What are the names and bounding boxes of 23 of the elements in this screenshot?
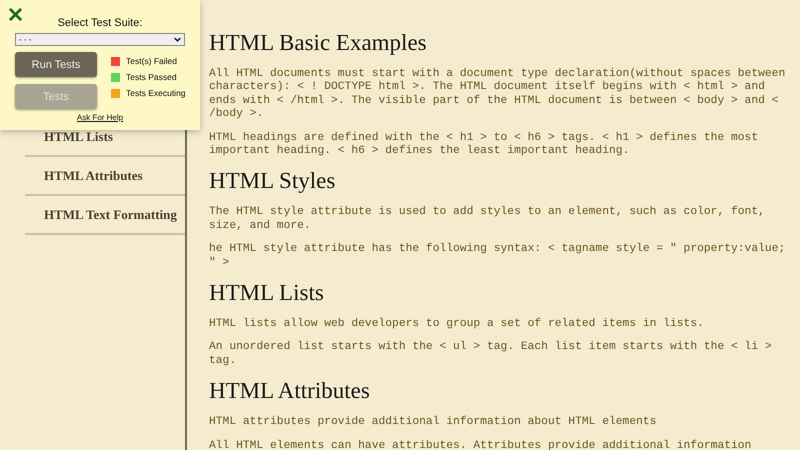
section-heading: HTML Attributes: [209, 378, 371, 404]
paragraph: The HTML style attribute is used to add styles to an element, such as color, font, size, and more.: [209, 206, 766, 234]
sidebar-item[interactable]: HTML Text Formatting: [25, 196, 185, 235]
test-button[interactable]: Run Tests: [15, 52, 97, 77]
section-heading: HTML Basic Examples: [209, 30, 428, 56]
section-heading: HTML Lists: [209, 280, 325, 306]
panel-title: Select Test Suite:: [56, 17, 144, 29]
legend-label: Tests Passed: [126, 72, 177, 82]
paragraph: HTML lists allow web developers to group a set of related items in lists.: [209, 318, 705, 332]
paragraph: All HTML documents must start with a document type declaration(without spaces between characters): < ! DOCTYPE html >. The HTML document itself begins with < html > and ends with < /html >. The visible part of the HTML document is between < body > and < /body >.: [209, 68, 786, 122]
legend-label: Test(s) Failed: [126, 56, 178, 66]
paragraph: HTML attributes provide additional information about HTML elements: [209, 416, 658, 430]
paragraph: All HTML elements can have attributes. Attributes provide additional information: [209, 440, 752, 450]
paragraph: HTML headings are defined with the < h1 > to < h6 > tags. < h1 > defines the most important heading. < h6 > defines the least important heading.: [209, 132, 760, 158]
help-link[interactable]: Ask For Help: [76, 113, 124, 122]
close-icon[interactable]: [9, 8, 22, 21]
paragraph: he HTML style attribute has the following syntax: < tagname style = " property:value; " >: [209, 243, 786, 270]
section-heading: HTML Styles: [209, 168, 336, 194]
test-suite-select[interactable]: - - -: [15, 33, 185, 46]
sidebar-item[interactable]: HTML Attributes: [25, 157, 185, 196]
paragraph: An unordered list starts with the < ul > tag. Each list item starts with the < li > tag.: [209, 341, 773, 368]
legend-label: Tests Executing: [126, 88, 186, 98]
caret-icon: [174, 37, 181, 42]
